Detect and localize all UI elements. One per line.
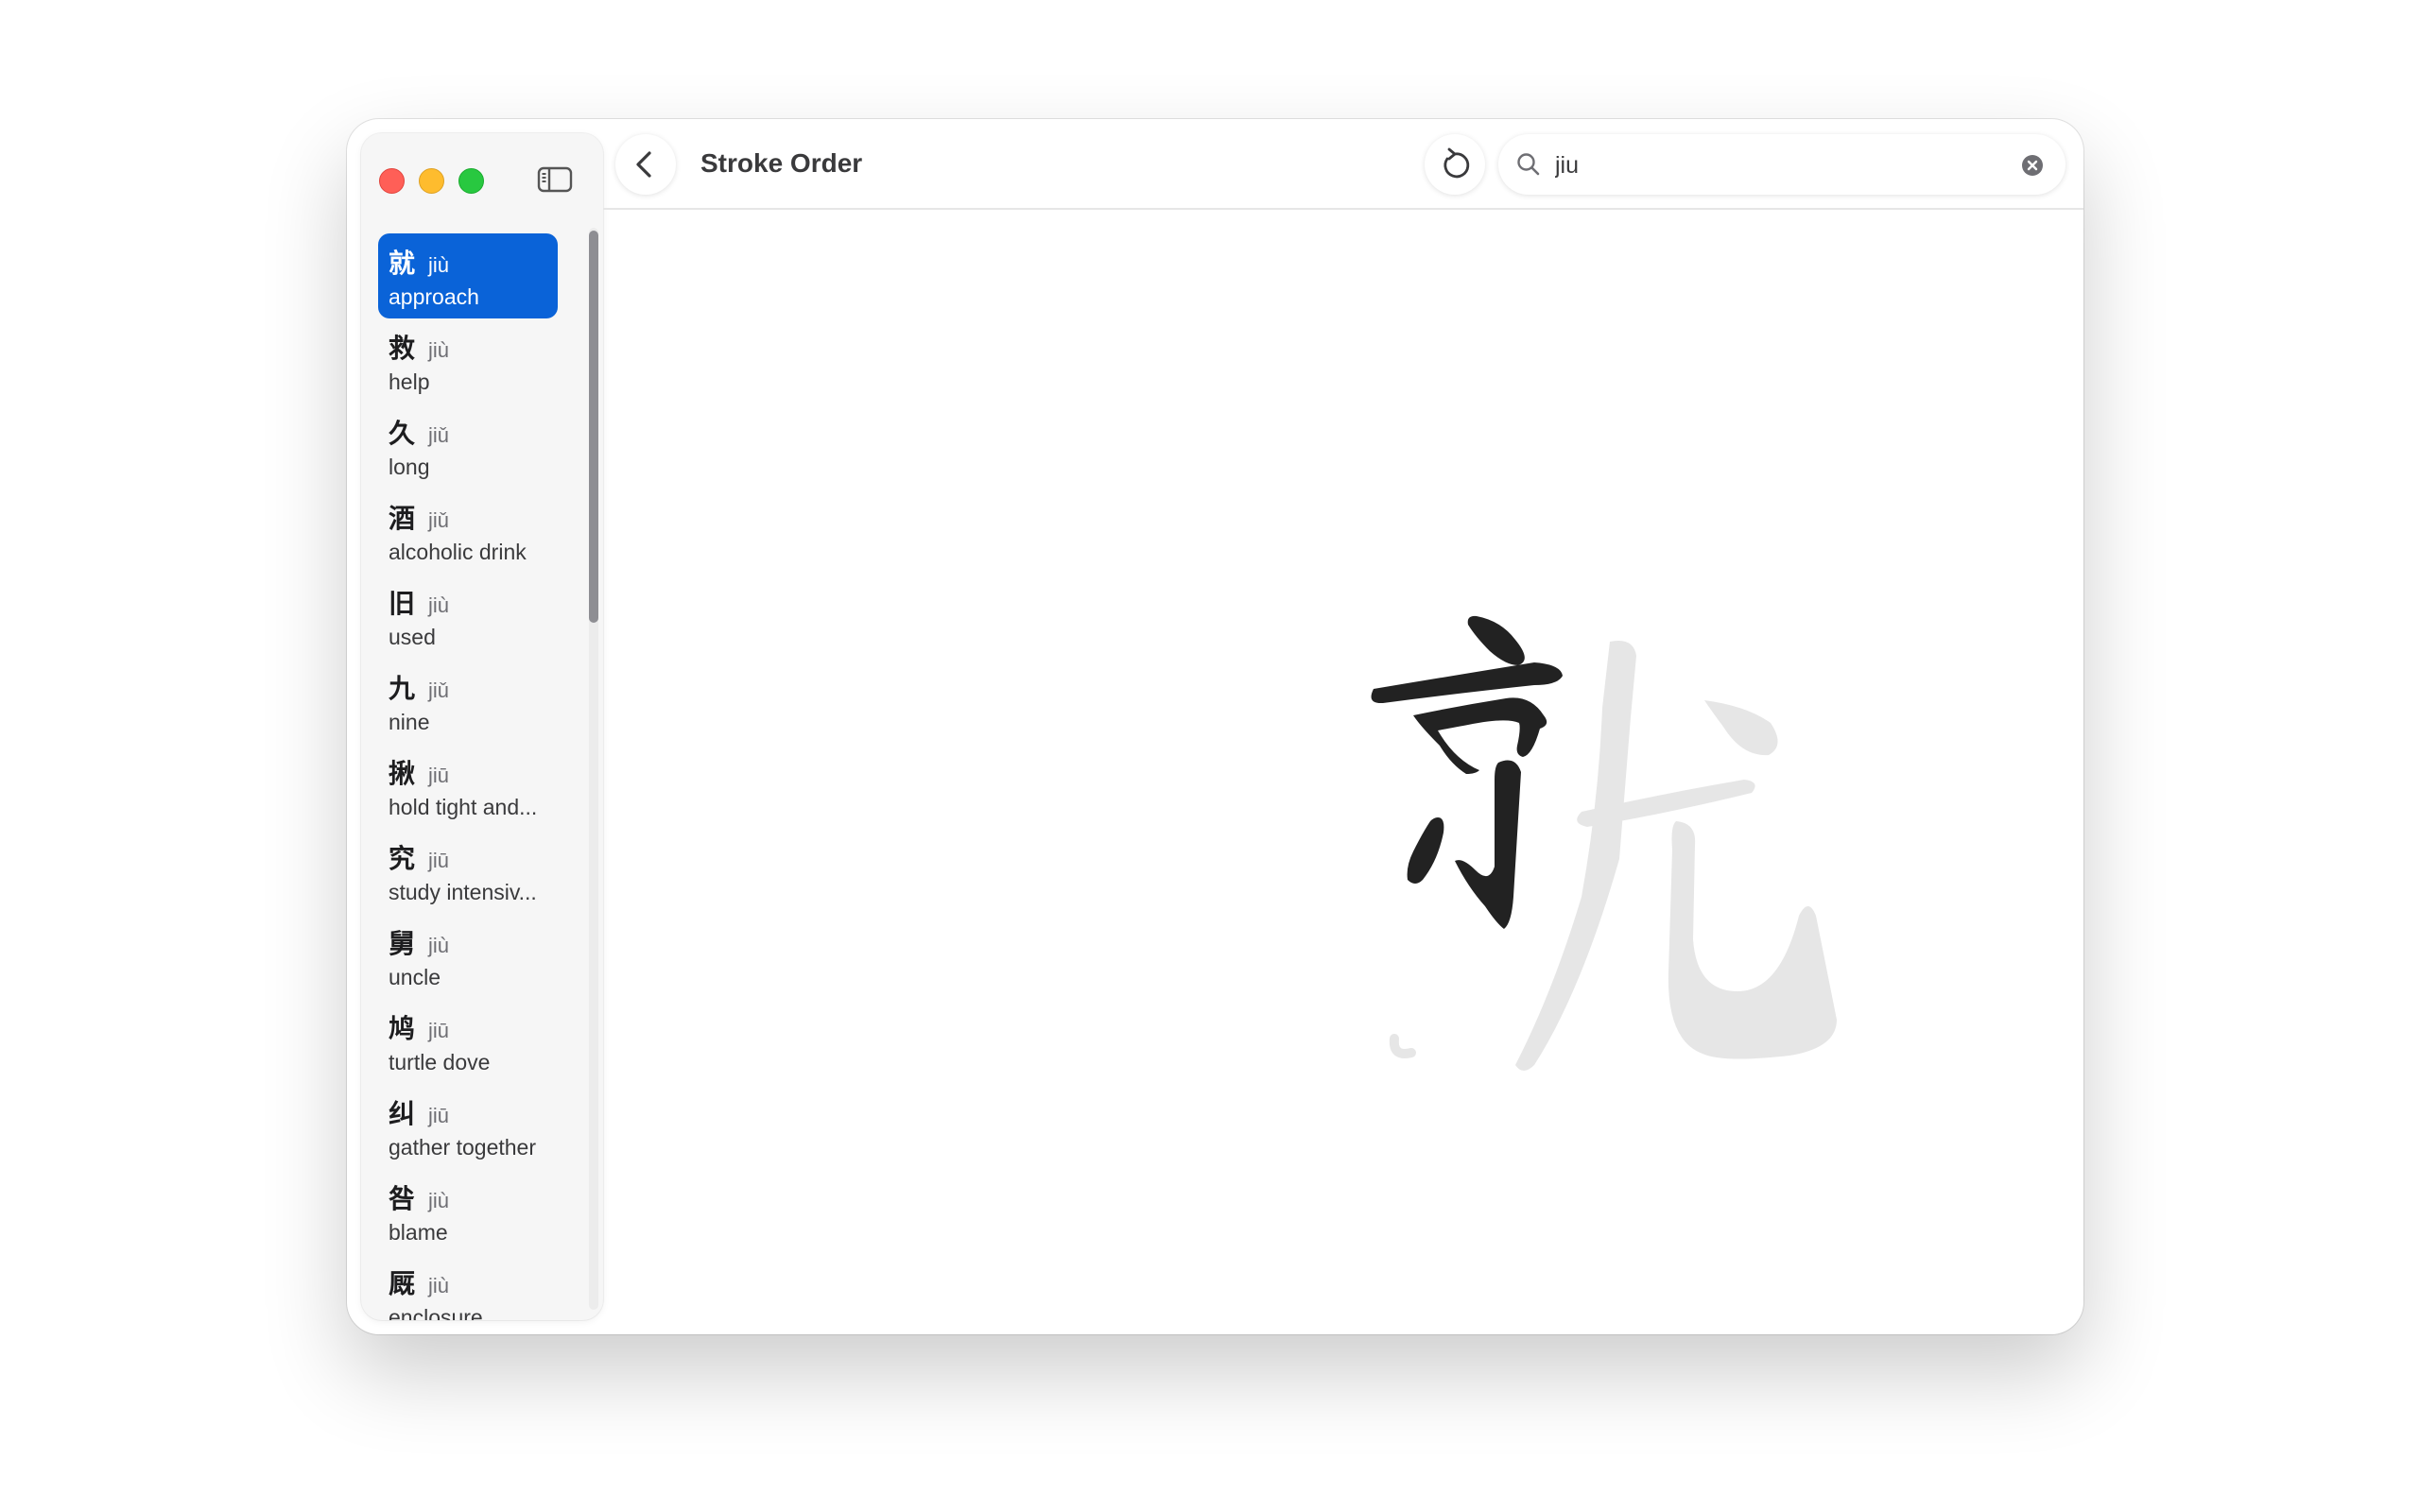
page-title: Stroke Order bbox=[700, 148, 863, 178]
list-item-meaning: study intensiv... bbox=[389, 880, 537, 904]
list-item-pinyin: jiù bbox=[428, 1189, 450, 1212]
list-item[interactable]: 九 jiǔ nine bbox=[378, 659, 558, 744]
list-item-meaning: long bbox=[389, 455, 430, 479]
list-item-pinyin: jiù bbox=[428, 1274, 450, 1297]
scrollbar-thumb[interactable] bbox=[589, 231, 598, 623]
list-item[interactable]: 久 jiǔ long bbox=[378, 404, 558, 489]
completed-strokes bbox=[1371, 615, 1563, 929]
list-item-meaning: gather together bbox=[389, 1135, 537, 1160]
list-item-hanzi: 厩 bbox=[389, 1268, 416, 1299]
list-item-pinyin: jiǔ bbox=[428, 508, 450, 532]
app-window: 就 jiù approach 救 jiù help 久 jiǔ long 酒 jiǔ a… bbox=[347, 119, 2083, 1334]
list-item[interactable]: 就 jiù approach bbox=[378, 233, 558, 318]
list-item[interactable]: 纠 jiū gather together bbox=[378, 1084, 558, 1169]
chevron-left-icon bbox=[636, 151, 651, 178]
list-item[interactable]: 救 jiù help bbox=[378, 318, 558, 404]
list-item-meaning: blame bbox=[389, 1220, 448, 1245]
list-item-pinyin: jiù bbox=[428, 593, 450, 617]
list-item-pinyin: jiū bbox=[428, 849, 450, 872]
list-item-meaning: uncle bbox=[389, 965, 441, 989]
list-item-hanzi: 就 bbox=[389, 248, 416, 279]
list-item-pinyin: jiǔ bbox=[428, 423, 450, 447]
list-item-hanzi: 救 bbox=[389, 333, 416, 364]
list-item-hanzi: 酒 bbox=[389, 503, 416, 534]
list-item-pinyin: jiū bbox=[428, 1104, 450, 1127]
list-item-meaning: turtle dove bbox=[389, 1050, 491, 1074]
list-item-hanzi: 鸠 bbox=[389, 1013, 416, 1044]
list-item-meaning: enclosure bbox=[389, 1305, 483, 1320]
back-button[interactable] bbox=[615, 134, 676, 195]
stroke-order-character bbox=[1371, 615, 1837, 1071]
toolbar: Stroke Order bbox=[603, 119, 2083, 210]
list-item[interactable]: 揪 jiū hold tight and... bbox=[378, 744, 558, 829]
list-item-hanzi: 久 bbox=[389, 418, 416, 449]
list-item-pinyin: jiù bbox=[428, 338, 450, 362]
list-item[interactable]: 酒 jiǔ alcoholic drink bbox=[378, 489, 558, 574]
list-item-meaning: alcoholic drink bbox=[389, 540, 527, 564]
list-item-pinyin: jiū bbox=[428, 1019, 450, 1042]
stroke-canvas bbox=[603, 210, 2083, 1334]
list-item-hanzi: 舅 bbox=[389, 928, 416, 959]
list-item-hanzi: 揪 bbox=[389, 758, 416, 789]
list-item-pinyin: jiǔ bbox=[428, 679, 450, 702]
list-item-hanzi: 九 bbox=[389, 673, 416, 704]
list-item-pinyin: jiù bbox=[428, 253, 450, 277]
list-item-meaning: nine bbox=[389, 710, 430, 734]
list-item-meaning: help bbox=[389, 369, 430, 394]
search-input[interactable] bbox=[1553, 134, 1992, 197]
sidebar: 就 jiù approach 救 jiù help 久 jiǔ long 酒 jiǔ a… bbox=[361, 133, 603, 1320]
pending-strokes bbox=[1389, 641, 1837, 1071]
character-list: 就 jiù approach 救 jiù help 久 jiǔ long 酒 jiǔ a… bbox=[361, 133, 603, 1320]
replay-button[interactable] bbox=[1425, 134, 1485, 195]
clear-icon[interactable] bbox=[2021, 154, 2044, 177]
list-item[interactable]: 舅 jiù uncle bbox=[378, 914, 558, 999]
list-item-pinyin: jiù bbox=[428, 934, 450, 957]
list-item[interactable]: 咎 jiù blame bbox=[378, 1169, 558, 1254]
list-item[interactable]: 鸠 jiū turtle dove bbox=[378, 999, 558, 1084]
list-item[interactable]: 旧 jiù used bbox=[378, 574, 558, 659]
list-item[interactable]: 究 jiū study intensiv... bbox=[378, 829, 558, 914]
list-item-pinyin: jiū bbox=[428, 764, 450, 787]
list-item-hanzi: 咎 bbox=[389, 1183, 416, 1214]
search-icon bbox=[1517, 153, 1540, 176]
list-item-meaning: hold tight and... bbox=[389, 795, 538, 819]
list-item-hanzi: 旧 bbox=[389, 588, 416, 619]
list-item-hanzi: 究 bbox=[389, 843, 416, 874]
list-item-meaning: approach bbox=[389, 284, 479, 309]
replay-icon bbox=[1443, 147, 1470, 179]
list-item-meaning: used bbox=[389, 625, 436, 649]
list-item-hanzi: 纠 bbox=[389, 1098, 416, 1129]
search-field[interactable] bbox=[1498, 134, 2066, 197]
list-item[interactable]: 厩 jiù enclosure bbox=[378, 1254, 558, 1320]
